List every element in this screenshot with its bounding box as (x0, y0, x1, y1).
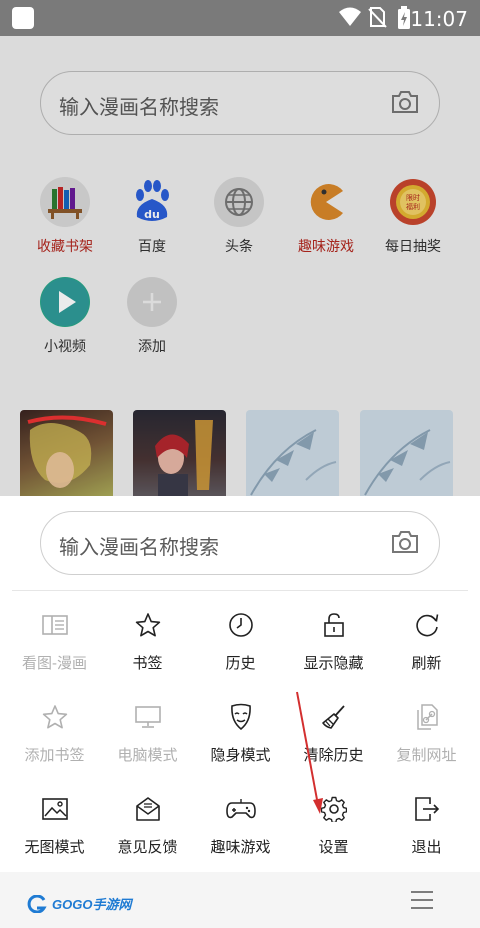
menu-item-clear-history[interactable]: 清除历史 (287, 700, 380, 780)
clock-icon (228, 613, 253, 637)
modal-scrim[interactable] (0, 36, 480, 496)
hamburger-menu-icon[interactable] (410, 890, 434, 910)
gogo-logo-icon (27, 894, 47, 913)
menu-item-history[interactable]: 历史 (194, 608, 287, 688)
menu-item-add-bookmark[interactable]: 添加书签 (8, 700, 101, 780)
logo-text: GOGO手游网 (52, 897, 132, 912)
menu-item-label: 显示隐藏 (303, 655, 364, 672)
search-bar[interactable]: 输入漫画名称搜索 (40, 511, 440, 575)
star-icon (135, 613, 160, 637)
menu-item-label: 看图-漫画 (22, 655, 87, 672)
exit-icon (414, 797, 439, 821)
search-placeholder: 输入漫画名称搜索 (59, 537, 219, 559)
copy-link-icon (416, 704, 438, 730)
menu-item-label: 添加书签 (24, 747, 85, 764)
status-bar: 11:07 (0, 0, 480, 36)
gogo-logo: GOGO手游网 (26, 894, 131, 913)
app-notification-icon (12, 7, 34, 29)
star-outline-icon (42, 705, 67, 729)
menu-item-label: 设置 (318, 839, 349, 856)
menu-item-label: 清除历史 (303, 747, 364, 764)
wifi-icon (339, 7, 361, 26)
monitor-icon (134, 706, 161, 728)
divider (12, 590, 468, 591)
menu-item-label: 隐身模式 (210, 747, 271, 764)
image-icon (41, 798, 68, 820)
reader-icon (41, 615, 68, 635)
menu-item-desktop-mode[interactable]: 电脑模式 (101, 700, 194, 780)
menu-item-label: 书签 (132, 655, 163, 672)
menu-item-feedback[interactable]: 意见反馈 (101, 792, 194, 872)
lock-icon (323, 613, 344, 637)
menu-item-reader-mode[interactable]: 看图-漫画 (8, 608, 101, 688)
gear-icon (320, 796, 347, 822)
menu-item-no-image-mode[interactable]: 无图模式 (8, 792, 101, 872)
footer-bar: GOGO手游网 (0, 872, 480, 928)
menu-item-fun-games[interactable]: 趣味游戏 (194, 792, 287, 872)
menu-item-label: 意见反馈 (117, 839, 178, 856)
menu-item-exit[interactable]: 退出 (380, 792, 473, 872)
menu-item-bookmarks[interactable]: 书签 (101, 608, 194, 688)
menu-item-show-hidden[interactable]: 显示隐藏 (287, 608, 380, 688)
camera-icon[interactable] (391, 530, 419, 554)
menu-item-label: 刷新 (411, 655, 442, 672)
broom-icon (321, 705, 345, 729)
menu-item-label: 复制网址 (396, 747, 457, 764)
menu-item-label: 趣味游戏 (210, 839, 271, 856)
no-sim-icon (368, 7, 387, 28)
refresh-icon (415, 614, 438, 637)
menu-item-label: 电脑模式 (117, 747, 178, 764)
menu-item-label: 退出 (411, 839, 442, 856)
menu-item-label: 历史 (225, 655, 256, 672)
gamepad-icon (225, 799, 256, 819)
mail-icon (135, 797, 160, 821)
battery-charging-icon (398, 6, 410, 29)
menu-item-settings[interactable]: 设置 (287, 792, 380, 872)
menu-item-refresh[interactable]: 刷新 (380, 608, 473, 688)
clock-time: 11:07 (410, 7, 468, 31)
menu-item-incognito[interactable]: 隐身模式 (194, 700, 287, 780)
menu-item-copy-url[interactable]: 复制网址 (380, 700, 473, 780)
mask-icon (230, 703, 251, 731)
bottom-menu-sheet: 输入漫画名称搜索 看图-漫画 书签 历史 显示隐藏 刷新 添加书签 电脑模式 隐… (0, 496, 480, 928)
menu-item-label: 无图模式 (24, 839, 85, 856)
